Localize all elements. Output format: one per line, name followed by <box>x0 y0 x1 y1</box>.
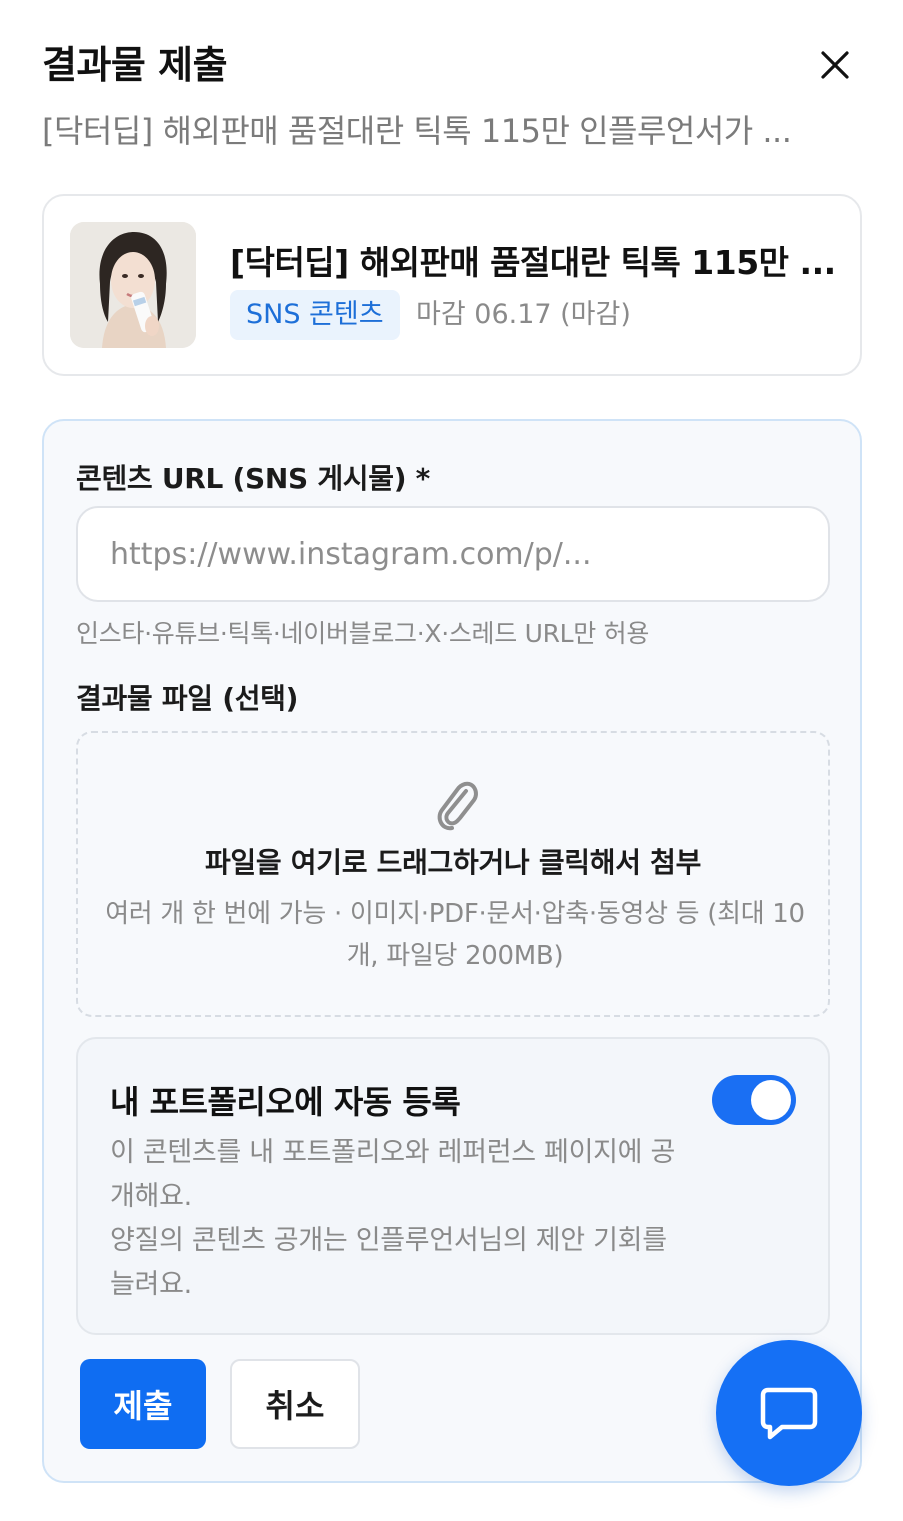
campaign-title: [닥터딥] 해외판매 품절대란 틱톡 115만 ... <box>230 243 836 282</box>
campaign-thumbnail <box>70 222 196 348</box>
portfolio-description: 이 콘텐츠를 내 포트폴리오와 레퍼런스 페이지에 공개해요. 양질의 콘텐츠 … <box>110 1131 680 1307</box>
portfolio-desc-line-1: 이 콘텐츠를 내 포트폴리오와 레퍼런스 페이지에 공개해요. <box>110 1137 676 1212</box>
dropzone-instruction: 파일을 여기로 드래그하거나 클릭해서 첨부 <box>204 846 702 879</box>
url-label: 콘텐츠 URL (SNS 게시물) * <box>76 462 430 495</box>
modal-title: 결과물 제출 <box>42 43 228 87</box>
paperclip-icon <box>437 781 478 831</box>
content-url-input[interactable] <box>76 506 830 602</box>
portfolio-toggle[interactable] <box>712 1075 796 1125</box>
portfolio-desc-line-2: 양질의 콘텐츠 공개는 인플루언서님의 제안 기회를 늘려요. <box>110 1225 667 1300</box>
submission-form: 콘텐츠 URL (SNS 게시물) * 인스타·유튜브·틱톡·네이버블로그·X·… <box>42 419 862 1483</box>
cancel-button[interactable]: 취소 <box>230 1359 360 1449</box>
file-label: 결과물 파일 (선택) <box>76 682 299 715</box>
file-dropzone[interactable]: 파일을 여기로 드래그하거나 클릭해서 첨부 여러 개 한 번에 가능 · 이미… <box>76 731 830 1017</box>
submit-button[interactable]: 제출 <box>80 1359 206 1449</box>
deadline-text: 마감 06.17 (마감) <box>416 299 631 330</box>
dropzone-limits: 여러 개 한 번에 가능 · 이미지·PDF·문서·압축·동영상 등 (최대 1… <box>105 899 805 971</box>
chat-button[interactable] <box>716 1340 862 1486</box>
close-icon <box>821 51 849 79</box>
chat-bubble-icon <box>760 1387 818 1440</box>
campaign-card: [닥터딥] 해외판매 품절대란 틱톡 115만 ... SNS 콘텐츠 마감 0… <box>42 194 862 376</box>
modal-subtitle: [닥터딥] 해외판매 품절대란 틱톡 115만 인플루언서가 ... <box>42 112 792 150</box>
close-button[interactable] <box>812 42 858 88</box>
toggle-knob <box>751 1080 791 1120</box>
submission-modal: 결과물 제출 [닥터딥] 해외판매 품절대란 틱톡 115만 인플루언서가 ..… <box>0 0 903 1521</box>
category-badge: SNS 콘텐츠 <box>230 290 400 340</box>
url-hint: 인스타·유튜브·틱톡·네이버블로그·X·스레드 URL만 허용 <box>76 619 650 648</box>
portfolio-title: 내 포트폴리오에 자동 등록 <box>110 1083 461 1121</box>
portfolio-option: 내 포트폴리오에 자동 등록 이 콘텐츠를 내 포트폴리오와 레퍼런스 페이지에… <box>76 1037 830 1335</box>
